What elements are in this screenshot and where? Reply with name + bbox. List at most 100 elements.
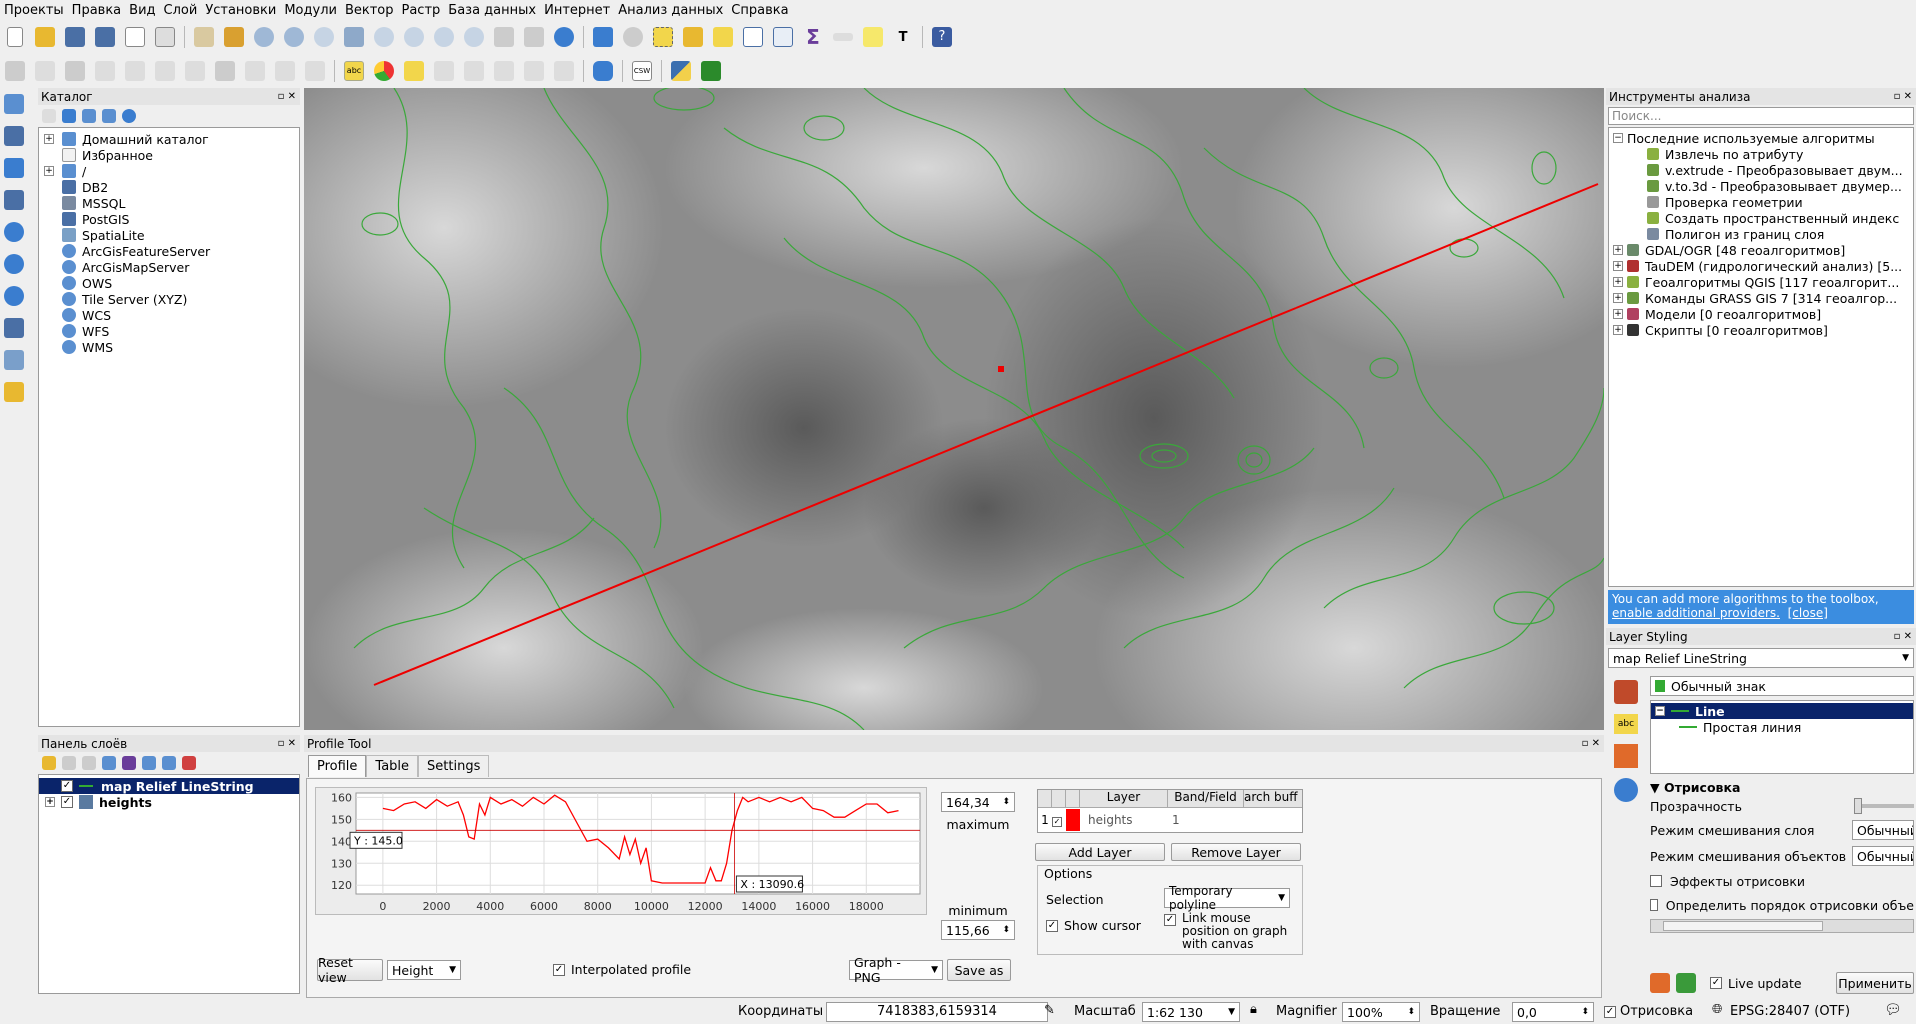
expand-icon[interactable]: − bbox=[1613, 133, 1623, 143]
tab-settings[interactable]: Settings bbox=[418, 755, 490, 777]
rotation-spinbox[interactable]: 0,0 ⬍ bbox=[1512, 1002, 1594, 1022]
new-print-layout-icon[interactable] bbox=[122, 24, 148, 50]
refresh-icon[interactable] bbox=[551, 24, 577, 50]
interpolated-checkbox[interactable]: ✓ bbox=[553, 963, 565, 976]
crs-status[interactable]: EPSG:28407 (OTF) bbox=[1730, 1004, 1850, 1019]
live-update-checkbox[interactable]: ✓ bbox=[1710, 977, 1722, 989]
cut-features-icon[interactable] bbox=[242, 58, 268, 84]
render-checkbox[interactable]: ✓ bbox=[1604, 1006, 1616, 1018]
change-label-icon[interactable] bbox=[551, 58, 577, 84]
menu-database[interactable]: База данных bbox=[444, 3, 540, 18]
magnifier-spinbox[interactable]: 100% ⬍ bbox=[1342, 1002, 1420, 1022]
pan-icon[interactable] bbox=[191, 24, 217, 50]
coordinates-field[interactable]: 7418383,6159314 bbox=[826, 1002, 1048, 1022]
effects-row[interactable]: Эффекты отрисовки bbox=[1650, 869, 1914, 893]
algorithm-item[interactable]: Полигон из границ слоя bbox=[1609, 226, 1913, 242]
filter-expression-icon[interactable] bbox=[122, 756, 136, 770]
attribute-table-icon[interactable] bbox=[740, 24, 766, 50]
catalog-item[interactable]: + / bbox=[44, 163, 299, 179]
menu-processing[interactable]: Анализ данных bbox=[614, 3, 727, 18]
catalog-item[interactable]: WCS bbox=[44, 307, 299, 323]
save-as-icon[interactable] bbox=[92, 24, 118, 50]
add-spatialite-layer-icon[interactable] bbox=[4, 158, 30, 184]
profile-chart[interactable]: 0 2000 4000 6000 8000 10000 12000 14000 16000 180… bbox=[316, 788, 928, 916]
zoom-selection-icon[interactable] bbox=[371, 24, 397, 50]
menu-layer[interactable]: Слой bbox=[160, 3, 202, 18]
expand-icon[interactable]: + bbox=[45, 797, 55, 807]
catalog-item[interactable]: DB2 bbox=[44, 179, 299, 195]
catalog-item[interactable]: Избранное bbox=[44, 147, 299, 163]
zoom-last-icon[interactable] bbox=[431, 24, 457, 50]
renderer-combo[interactable]: Обычный знак bbox=[1650, 676, 1914, 696]
table-row[interactable]: 1 ✓ heights 1 bbox=[1038, 808, 1302, 832]
catalog-item[interactable]: PostGIS bbox=[44, 211, 299, 227]
new-bookmark-icon[interactable] bbox=[491, 24, 517, 50]
catalog-item[interactable]: ArcGisMapServer bbox=[44, 259, 299, 275]
new-project-icon[interactable] bbox=[2, 24, 28, 50]
styling-hscrollbar[interactable] bbox=[1650, 919, 1914, 933]
save-project-icon[interactable] bbox=[62, 24, 88, 50]
messages-icon[interactable]: 💬︎ bbox=[1884, 1002, 1902, 1018]
select-features-icon[interactable] bbox=[650, 24, 676, 50]
interpolated-row[interactable]: ✓ Interpolated profile bbox=[553, 962, 691, 977]
lock-scale-icon[interactable]: 🔒︎ bbox=[1250, 1002, 1257, 1017]
zoom-in-icon[interactable] bbox=[251, 24, 277, 50]
menu-vector[interactable]: Вектор bbox=[341, 3, 398, 18]
export-format-combo[interactable]: Graph - PNG ▼ bbox=[849, 955, 943, 985]
label-toolbar-icon[interactable]: abc bbox=[341, 58, 367, 84]
map-tips-icon[interactable] bbox=[860, 24, 886, 50]
catalog-item[interactable]: Tile Server (XYZ) bbox=[44, 291, 299, 307]
current-edits-icon[interactable] bbox=[2, 58, 28, 84]
add-feature-icon[interactable] bbox=[92, 58, 118, 84]
expand-all-icon[interactable] bbox=[142, 756, 156, 770]
expand-icon[interactable]: + bbox=[1613, 277, 1623, 287]
python-console-icon[interactable] bbox=[668, 58, 694, 84]
layer-row-heights[interactable]: + ✓ heights bbox=[39, 794, 299, 810]
show-hide-labels-icon[interactable] bbox=[461, 58, 487, 84]
menu-web[interactable]: Интернет bbox=[540, 3, 614, 18]
feature-blend-combo[interactable]: Обычный bbox=[1852, 846, 1914, 866]
filter-icon[interactable] bbox=[82, 109, 96, 123]
tab-table[interactable]: Table bbox=[366, 755, 419, 777]
menu-help[interactable]: Справка bbox=[727, 3, 792, 18]
catalog-item[interactable]: OWS bbox=[44, 275, 299, 291]
save-as-button[interactable]: Save as bbox=[947, 959, 1011, 981]
provider-group[interactable]: + Скрипты [0 геоалгоритмов] bbox=[1609, 322, 1913, 338]
add-layer-button[interactable]: Add Layer bbox=[1035, 843, 1165, 861]
max-spinbox[interactable]: 164,34 ⬍ bbox=[941, 792, 1015, 812]
refresh-icon[interactable] bbox=[62, 109, 76, 123]
undo-icon[interactable] bbox=[1650, 973, 1670, 993]
manage-visibility-icon[interactable] bbox=[82, 756, 96, 770]
selection-combo[interactable]: Temporary polyline ▼ bbox=[1164, 884, 1290, 912]
min-spinbox[interactable]: 115,66 ⬍ bbox=[941, 920, 1015, 940]
collapse-all-icon[interactable] bbox=[162, 756, 176, 770]
symbol-child-row[interactable]: Простая линия bbox=[1651, 719, 1913, 735]
col-layer[interactable]: Layer bbox=[1080, 790, 1168, 807]
apply-button[interactable]: Применить bbox=[1836, 972, 1914, 994]
algorithm-item[interactable]: Извлечь по атрибуту bbox=[1609, 146, 1913, 162]
add-postgis-layer-icon[interactable] bbox=[4, 190, 30, 216]
plot-mode-combo[interactable]: Height ▼ bbox=[387, 960, 461, 980]
catalog-item[interactable]: WMS bbox=[44, 339, 299, 355]
row-visible-checkbox[interactable]: ✓ bbox=[1052, 817, 1062, 827]
zoom-layer-icon[interactable] bbox=[401, 24, 427, 50]
info-icon[interactable] bbox=[122, 109, 136, 123]
rendering-section-header[interactable]: ▼ Отрисовка bbox=[1650, 780, 1914, 795]
link-mouse-row[interactable]: ✓ Link mouse position on graph with canva… bbox=[1164, 912, 1300, 951]
zoom-out-icon[interactable] bbox=[281, 24, 307, 50]
notice-close-link[interactable]: [close] bbox=[1788, 606, 1828, 620]
style-layer-icon[interactable] bbox=[42, 756, 56, 770]
add-wms-layer-icon[interactable] bbox=[4, 222, 30, 248]
paste-features-icon[interactable] bbox=[302, 58, 328, 84]
order-row[interactable]: Определить порядок отрисовки объе bbox=[1650, 893, 1914, 917]
open-project-icon[interactable] bbox=[32, 24, 58, 50]
add-wfs-layer-icon[interactable] bbox=[4, 286, 30, 312]
db-manager-icon[interactable] bbox=[590, 58, 616, 84]
redo-icon[interactable] bbox=[1676, 973, 1696, 993]
catalog-item[interactable]: MSSQL bbox=[44, 195, 299, 211]
copy-features-icon[interactable] bbox=[272, 58, 298, 84]
remove-layer-icon[interactable] bbox=[182, 756, 196, 770]
identify-icon[interactable] bbox=[590, 24, 616, 50]
action-icon[interactable] bbox=[620, 24, 646, 50]
symbol-root-row[interactable]: − Line bbox=[1651, 703, 1913, 719]
